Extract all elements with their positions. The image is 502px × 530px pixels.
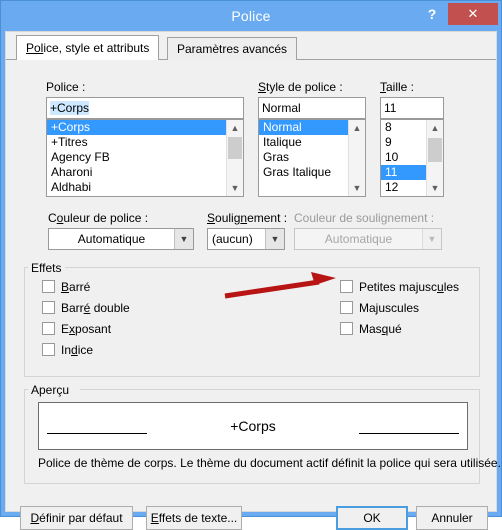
button-label: Définir par défaut [30,511,123,525]
checkbox-petites-majuscules[interactable]: Petites majuscules [340,279,459,295]
scroll-up-icon[interactable]: ▲ [227,120,243,136]
font-size-list-items: 8 9 10 11 12 [381,120,426,196]
list-item[interactable]: Italique [259,135,348,150]
chevron-down-icon[interactable]: ▼ [174,229,193,249]
list-item[interactable]: Aharoni [47,165,226,180]
list-item[interactable]: 11 [381,165,426,180]
preview-sample-text: +Corps [230,418,276,434]
font-size-label: Taille : [380,80,415,94]
font-preview-box: +Corps [38,402,468,450]
font-style-list-scrollbar[interactable]: ▲ ▼ [348,120,365,196]
font-list-items: +Corps +Titres Agency FB Aharoni Aldhabi [47,120,226,196]
list-item[interactable]: 8 [381,120,426,135]
ok-button[interactable]: OK [336,506,408,530]
list-item[interactable]: +Corps [47,120,226,135]
chevron-down-icon[interactable]: ▼ [265,229,284,249]
font-style-listbox[interactable]: Normal Italique Gras Gras Italique ▲ ▼ [258,119,366,197]
scrollbar-thumb[interactable] [428,138,442,162]
scroll-up-icon[interactable]: ▲ [349,120,365,136]
underline-color-value: Automatique [324,232,393,246]
checkbox-label: Petites majuscules [359,280,460,294]
checkbox-majuscules[interactable]: Majuscules [340,300,419,316]
font-color-label: Couleur de police : [48,211,149,225]
list-item[interactable]: 12 [381,180,426,195]
list-item[interactable]: 10 [381,150,426,165]
font-style-input-value: Normal [262,101,301,115]
scrollbar-thumb[interactable] [228,137,242,159]
scroll-down-icon[interactable]: ▼ [227,180,243,196]
tab-strip: Police, style et attributs Paramètres av… [6,32,496,60]
font-size-input-value: 11 [384,101,397,115]
underline-color-label: Couleur de soulignement : [294,211,435,225]
font-list-scrollbar[interactable]: ▲ ▼ [226,120,243,196]
preview-group-title: Aperçu [28,383,73,397]
underline-style-label: Soulignement : [207,211,288,225]
font-input-value: +Corps [50,101,90,115]
checkbox-label: Barré double [61,301,130,315]
font-color-value: Automatique [77,232,146,246]
set-default-button[interactable]: Définir par défaut [20,506,133,530]
checkbox-label: Indice [61,343,94,357]
checkbox-masque[interactable]: Masqué [340,321,402,337]
checkbox-barre-double[interactable]: Barré double [42,300,130,316]
font-label: Police : [46,80,86,94]
tab-police-style-attributs[interactable]: Police, style et attributs [16,35,160,60]
cancel-button[interactable]: Annuler [416,506,488,530]
font-color-combo[interactable]: Automatique ▼ [48,228,194,250]
checkbox-label: Barré [61,280,91,294]
checkbox-box[interactable] [340,301,353,314]
underline-style-value: (aucun) [212,232,253,246]
effects-group-title: Effets [28,261,65,275]
font-dialog: Police ? ✕ Police, style et attributs Pa… [0,0,502,530]
checkbox-label: Majuscules [359,301,420,315]
list-item[interactable]: +Titres [47,135,226,150]
tab-parametres-avances[interactable]: Paramètres avancés [167,37,298,60]
font-style-input[interactable]: Normal [258,97,366,119]
close-icon[interactable]: ✕ [448,3,498,25]
help-icon[interactable]: ? [421,3,443,25]
font-size-input[interactable]: 11 [380,97,444,119]
tab-label: Police, style et attributs [26,41,150,55]
checkbox-label: Exposant [61,322,112,336]
chevron-down-icon: ▼ [422,229,441,249]
checkbox-indice[interactable]: Indice [42,342,93,358]
list-item[interactable]: Aldhabi [47,180,226,195]
list-item[interactable]: Normal [259,120,348,135]
checkbox-box[interactable] [42,280,55,293]
font-size-list-scrollbar[interactable]: ▲ ▼ [426,120,443,196]
font-input[interactable]: +Corps [46,97,244,119]
checkbox-box[interactable] [42,322,55,335]
checkbox-label: Masqué [359,322,402,336]
title-bar: Police ? ✕ [1,1,501,31]
underline-style-combo[interactable]: (aucun) ▼ [207,228,285,250]
scroll-up-icon[interactable]: ▲ [427,120,443,136]
font-listbox[interactable]: +Corps +Titres Agency FB Aharoni Aldhabi… [46,119,244,197]
list-item[interactable]: Gras Italique [259,165,348,180]
checkbox-box[interactable] [42,301,55,314]
tab-label: Paramètres avancés [177,42,288,56]
text-effects-button[interactable]: Effets de texte... [146,506,242,530]
tab-panel-police: Police : +Corps +Corps +Titres Agency FB… [6,60,501,530]
checkbox-box[interactable] [42,343,55,356]
font-style-label: Style de police : [258,80,343,94]
scroll-down-icon[interactable]: ▼ [427,180,443,196]
checkbox-box[interactable] [340,322,353,335]
checkbox-exposant[interactable]: Exposant [42,321,111,337]
font-size-listbox[interactable]: 8 9 10 11 12 ▲ ▼ [380,119,444,197]
list-item[interactable]: Agency FB [47,150,226,165]
checkbox-box[interactable] [340,280,353,293]
list-item[interactable]: Gras [259,150,348,165]
scroll-down-icon[interactable]: ▼ [349,180,365,196]
button-label: Effets de texte... [150,511,238,525]
dialog-client-area: Police, style et attributs Paramètres av… [5,31,501,530]
underline-color-combo: Automatique ▼ [294,228,442,250]
preview-description: Police de thème de corps. Le thème du do… [38,456,501,470]
font-style-list-items: Normal Italique Gras Gras Italique [259,120,348,196]
checkbox-barre[interactable]: Barré [42,279,90,295]
list-item[interactable]: 9 [381,135,426,150]
